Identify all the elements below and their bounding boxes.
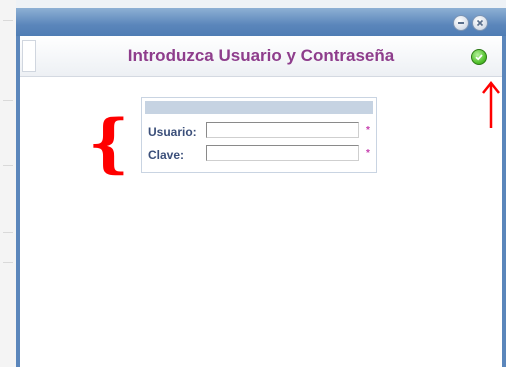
- login-form: Usuario: * Clave: *: [141, 97, 377, 173]
- dialog-frame-left: [16, 36, 20, 367]
- confirm-button[interactable]: [471, 49, 487, 65]
- password-input[interactable]: [206, 145, 359, 161]
- dialog-frame-right: [502, 36, 506, 367]
- minimize-icon: [458, 22, 464, 24]
- close-icon: [476, 19, 484, 27]
- dialog-header: Introduzca Usuario y Contraseña: [20, 36, 502, 77]
- close-button[interactable]: [472, 15, 488, 31]
- background-divider: [3, 232, 13, 233]
- check-circle-icon: [475, 54, 483, 61]
- background-divider: [3, 165, 13, 166]
- background-divider: [3, 100, 13, 101]
- background-divider: [3, 262, 13, 263]
- background-page-top: [16, 0, 506, 8]
- password-label: Clave:: [148, 148, 185, 162]
- minimize-button[interactable]: [453, 15, 469, 31]
- annotation-arrow-icon: [482, 80, 500, 128]
- background-page-left: [0, 0, 17, 367]
- dialog-title: Introduzca Usuario y Contraseña: [127, 46, 395, 65]
- password-required-mark: *: [366, 148, 370, 159]
- login-dialog: Introduzca Usuario y Contraseña Usuario:…: [16, 8, 506, 367]
- username-required-mark: *: [366, 125, 370, 136]
- username-label: Usuario:: [148, 125, 197, 139]
- annotation-brace: {: [88, 106, 130, 181]
- dialog-titlebar[interactable]: [16, 8, 506, 36]
- background-divider: [3, 20, 13, 21]
- login-form-header: [145, 101, 373, 114]
- username-input[interactable]: [206, 122, 359, 138]
